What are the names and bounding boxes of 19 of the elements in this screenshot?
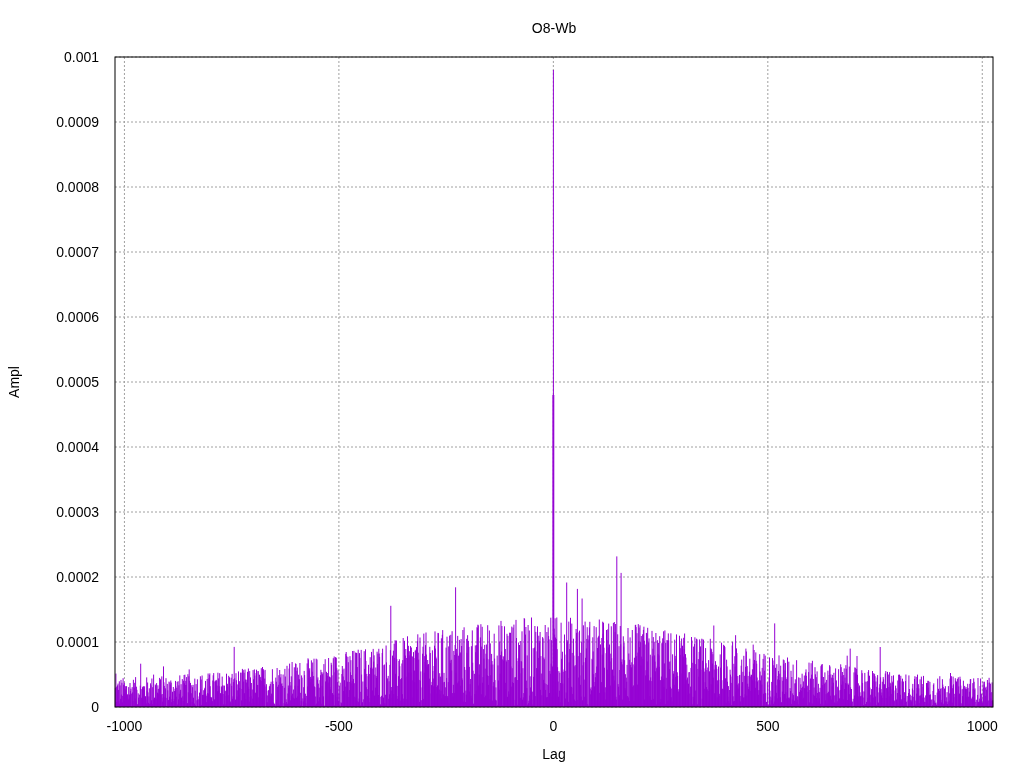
x-tick-label: 0 [549,718,558,734]
x-tick-label: 500 [756,718,780,734]
y-tick-label: 0.0009 [56,114,99,130]
y-tick-label: 0.0001 [56,634,99,650]
chart-title: O8-Wb [531,20,577,36]
x-axis-label: Lag [542,746,566,762]
y-tick-label: 0.001 [63,49,99,65]
y-tick-label: 0.0006 [56,309,99,325]
y-tick-label: 0.0003 [56,504,99,520]
x-tick-label: 1000 [966,718,998,734]
x-tick-label: -1000 [106,718,143,734]
y-tick-label: 0.0002 [56,569,99,585]
y-tick-label: 0 [91,699,99,715]
y-tick-label: 0.0007 [56,244,99,260]
y-axis-label: Ampl [6,366,22,398]
y-tick-label: 0.0004 [56,439,99,455]
y-tick-label: 0.0008 [56,179,99,195]
x-tick-label: -500 [324,718,353,734]
y-tick-label: 0.0005 [56,374,99,390]
